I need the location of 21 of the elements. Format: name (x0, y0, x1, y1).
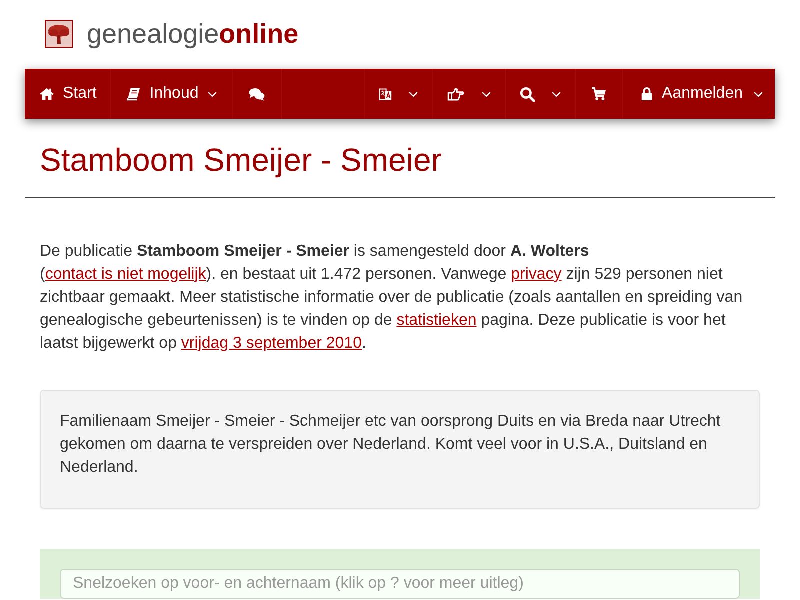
description-text: Familienaam Smeijer - Smeier - Schmeijer etc van oorsprong Duits en via Breda naar Utrecht gekomen om daarna te verspreiden over Nederland. Komt veel voor in U.S.A., Duitsland en Nederland. (60, 412, 722, 478)
search-icon (520, 86, 536, 102)
start-link[interactable]: Start (25, 69, 111, 119)
statistics-link[interactable]: statistieken (396, 312, 477, 329)
cart-icon (591, 87, 608, 101)
home-icon (40, 88, 54, 100)
quick-search-field[interactable]: Snelzoeken op voor- en achternaam (klik op ? voor meer uitleg) (60, 569, 740, 599)
translate-icon (379, 86, 392, 102)
privacy-link[interactable]: privacy (511, 266, 562, 283)
tree-logo-icon[interactable] (45, 20, 73, 48)
pointing-hand-icon (447, 88, 466, 100)
lock-icon (641, 87, 654, 101)
contact-link[interactable]: contact is niet mogelijk (45, 266, 206, 283)
chat-bubbles-icon (248, 88, 265, 100)
site-name-link[interactable]: genealogieonline (87, 17, 299, 51)
date-link[interactable]: vrijdag 3 september 2010 (181, 335, 362, 352)
page-title: Stamboom Smeijer - Smeier (40, 142, 443, 178)
book-icon (126, 87, 141, 101)
contents-menu[interactable]: Inhoud (110, 69, 233, 119)
login-menu[interactable]: Aanmelden (622, 69, 775, 119)
intro-paragraph: De publicatie Stamboom Smeijer - Smeier is samengesteld door A. Wolters (contact is niet mogelijk). en bestaat uit 1.472 personen. Vanwege privacy zijn 529 personen niet zichtbaar gemaakt. Meer statistische informatie over de publicatie (zoals aantallen en spreiding van genealogische gebeurtenissen) is te vinden op de statistieken pagina. Deze publicatie is voor het laatst bijgewerkt op vrijdag 3 september 2010. (40, 242, 744, 354)
